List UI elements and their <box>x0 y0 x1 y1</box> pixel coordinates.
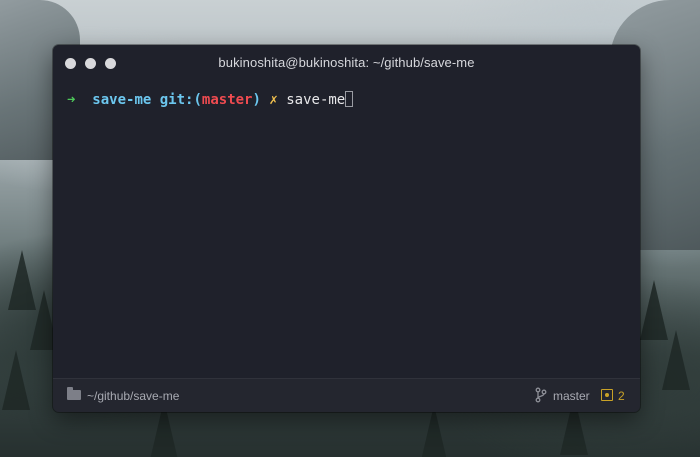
command-input[interactable]: save-me <box>286 92 345 108</box>
text-cursor <box>345 91 354 107</box>
window-title: bukinoshita@bukinoshita: ~/github/save-m… <box>218 55 475 70</box>
current-path[interactable]: ~/github/save-me <box>87 389 179 403</box>
terminal-output-area[interactable]: ➜ save-me git:(master) ✗ save-me <box>53 81 640 379</box>
status-bar: ~/github/save-me master 2 <box>53 378 640 412</box>
prompt-git-label: git: <box>159 92 194 108</box>
prompt-arrow-icon: ➜ <box>67 92 76 108</box>
prompt-branch: master <box>201 92 253 108</box>
modified-files-icon <box>601 389 613 401</box>
prompt-open-paren: ( <box>193 92 202 108</box>
folder-icon <box>67 387 81 400</box>
prompt-directory: save-me <box>92 92 152 108</box>
background-tree <box>2 350 30 410</box>
git-branch-label[interactable]: master <box>553 389 590 403</box>
git-branch-icon <box>535 387 547 403</box>
prompt-line: ➜ save-me git:(master) ✗ save-me <box>67 91 354 109</box>
background-tree <box>420 405 448 457</box>
background-tree <box>662 330 690 390</box>
title-bar[interactable]: bukinoshita@bukinoshita: ~/github/save-m… <box>53 45 640 81</box>
modified-files-count[interactable]: 2 <box>618 389 625 403</box>
terminal-window[interactable]: bukinoshita@bukinoshita: ~/github/save-m… <box>53 45 640 412</box>
prompt-close-paren: ) <box>252 92 261 108</box>
dirty-marker-icon: ✗ <box>269 92 278 108</box>
